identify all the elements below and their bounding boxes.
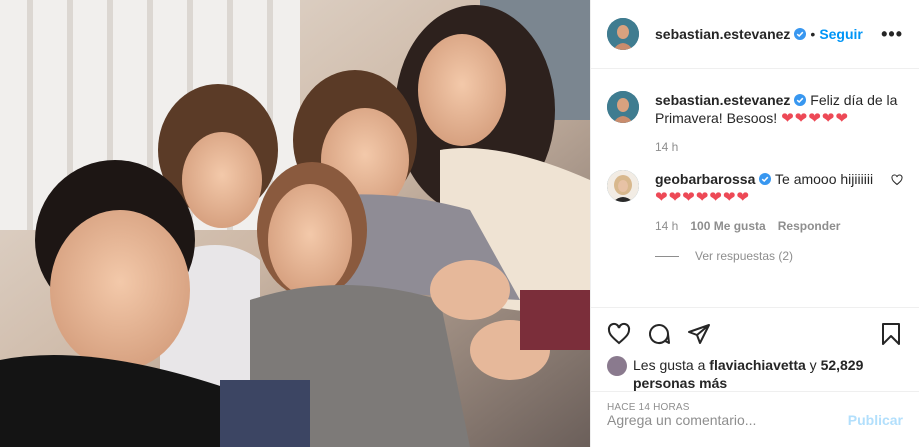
family-selfie-image bbox=[0, 0, 590, 447]
comment-meta: 14 h 100 Me gusta Responder bbox=[655, 219, 903, 233]
post-side-panel: sebastian.estevanez • Seguir ••• sebasti… bbox=[590, 0, 919, 447]
caption-meta: 14 h bbox=[655, 140, 903, 154]
replies-divider bbox=[655, 255, 679, 257]
post-header: sebastian.estevanez • Seguir ••• bbox=[591, 0, 919, 69]
verified-badge-icon bbox=[759, 173, 772, 185]
likes-conjunction: y bbox=[809, 357, 817, 373]
author-username[interactable]: sebastian.estevanez bbox=[655, 26, 790, 42]
likes-prefix: Les gusta a bbox=[633, 357, 706, 373]
save-bookmark-icon[interactable] bbox=[879, 322, 903, 346]
like-heart-icon[interactable] bbox=[607, 322, 631, 346]
caption-time[interactable]: 14 h bbox=[655, 140, 678, 154]
reply-button[interactable]: Responder bbox=[778, 219, 841, 233]
comment-bubble-icon[interactable] bbox=[647, 322, 671, 346]
caption-text-block: sebastian.estevanez Feliz día de la Prim… bbox=[655, 91, 903, 128]
likes-text: Les gusta a flaviachiavetta y 52,829 per… bbox=[633, 356, 903, 392]
caption: sebastian.estevanez Feliz día de la Prim… bbox=[607, 91, 903, 128]
view-replies-button[interactable]: Ver respuestas (2) bbox=[655, 249, 903, 263]
verified-badge-icon bbox=[794, 94, 807, 106]
author-avatar[interactable] bbox=[607, 18, 639, 50]
comments-list: sebastian.estevanez Feliz día de la Prim… bbox=[591, 69, 919, 307]
comment-input[interactable] bbox=[607, 411, 848, 428]
caption-avatar[interactable] bbox=[607, 91, 639, 123]
likes-summary: Les gusta a flaviachiavetta y 52,829 per… bbox=[607, 356, 903, 392]
comment-text: Te amooo hijiiiiii bbox=[775, 171, 874, 187]
verified-badge-icon bbox=[794, 28, 807, 40]
liker-avatar[interactable] bbox=[607, 356, 627, 376]
instagram-post: sebastian.estevanez • Seguir ••• sebasti… bbox=[0, 0, 919, 447]
follow-button[interactable]: Seguir bbox=[819, 26, 863, 42]
view-replies-label[interactable]: Ver respuestas (2) bbox=[695, 249, 793, 263]
more-options-icon[interactable]: ••• bbox=[881, 24, 903, 45]
heart-emojis: ❤❤❤❤❤❤❤ bbox=[655, 189, 750, 206]
share-paper-plane-icon[interactable] bbox=[687, 322, 711, 346]
comment-likes[interactable]: 100 Me gusta bbox=[690, 219, 765, 233]
like-comment-heart-icon[interactable] bbox=[891, 174, 903, 186]
comment-time[interactable]: 14 h bbox=[655, 219, 678, 233]
post-photo[interactable] bbox=[0, 0, 590, 447]
separator-dot: • bbox=[810, 26, 816, 42]
caption-username[interactable]: sebastian.estevanez bbox=[655, 92, 790, 108]
publish-button[interactable]: Publicar bbox=[848, 412, 903, 428]
add-comment-bar: Publicar bbox=[591, 391, 919, 447]
heart-emojis: ❤❤❤❤❤ bbox=[781, 110, 849, 127]
comment-item: geobarbarossa Te amooo hijiiiiii ❤❤❤❤❤❤❤ bbox=[607, 170, 903, 207]
commenter-avatar[interactable] bbox=[607, 170, 639, 202]
comment-text-block: geobarbarossa Te amooo hijiiiiii ❤❤❤❤❤❤❤ bbox=[655, 170, 883, 207]
liker-username[interactable]: flaviachiavetta bbox=[709, 357, 806, 373]
commenter-username[interactable]: geobarbarossa bbox=[655, 171, 755, 187]
action-icons bbox=[607, 316, 903, 352]
